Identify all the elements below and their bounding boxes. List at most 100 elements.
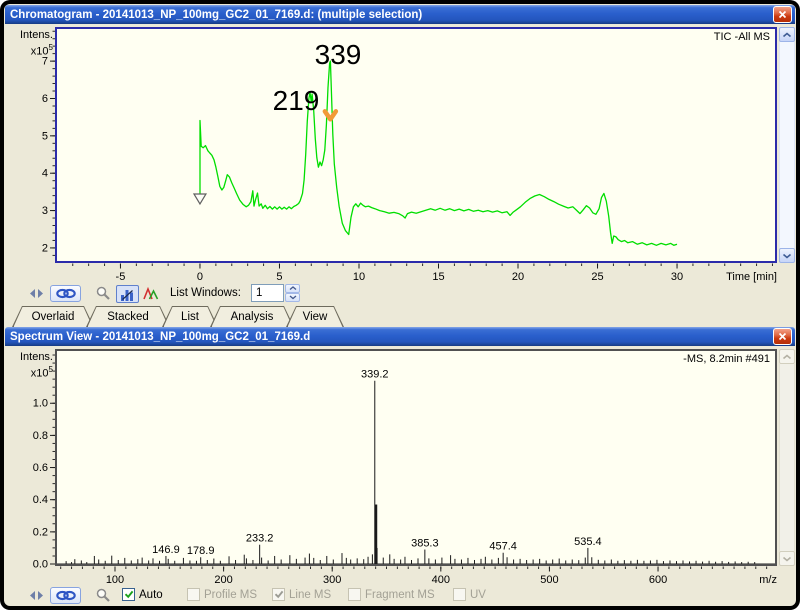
- spinner-up-button[interactable]: [285, 284, 300, 293]
- tab-face: Overlaid: [14, 307, 93, 327]
- tab-overlaid[interactable]: Overlaid: [12, 306, 94, 327]
- chromatogram-title: Chromatogram - 20141013_NP_100mg_GC2_01_…: [10, 8, 423, 21]
- tab-label: Overlaid: [31, 311, 75, 323]
- mass-peak-label: 535.4: [574, 536, 602, 548]
- checkbox-box[interactable]: [187, 588, 200, 601]
- chromatogram-scrollbar[interactable]: [779, 27, 795, 263]
- x-tick-label: -5: [116, 271, 126, 283]
- spectrum-plot-area[interactable]: 146.9 178.9 233.2 339.2 385.3 457.4 535.4 -MS,…: [55, 349, 777, 566]
- checkbox-uv[interactable]: UV: [453, 588, 486, 601]
- checkbox-box[interactable]: [453, 588, 466, 601]
- scroll-up-button[interactable]: [779, 349, 795, 364]
- list-windows-label: List Windows:: [170, 287, 241, 299]
- chevron-down-icon: [782, 253, 792, 259]
- scroll-up-button[interactable]: [779, 27, 795, 42]
- mass-peak-label: 385.3: [411, 538, 439, 550]
- checkbox-label[interactable]: Fragment MS: [365, 589, 435, 601]
- tab-face: Stacked: [88, 307, 169, 327]
- y-tick-label: 0.2: [33, 526, 48, 538]
- x-tick-label: 0: [197, 271, 203, 283]
- spinner-down-button[interactable]: [285, 293, 300, 302]
- scroll-down-button[interactable]: [779, 248, 795, 263]
- spectrum-titlebar[interactable]: Spectrum View - 20141013_NP_100mg_GC2_01…: [5, 327, 795, 346]
- checkbox-box[interactable]: [272, 588, 285, 601]
- checkbox-box[interactable]: [122, 588, 135, 601]
- chromatogram-y-axis: 2 3 4 5 6 7: [42, 30, 55, 256]
- x-tick-label: 10: [353, 271, 365, 283]
- checkbox-fragment-ms[interactable]: Fragment MS: [348, 588, 435, 601]
- y-tick-label: 3: [42, 205, 48, 217]
- checkbox-profile-ms[interactable]: Profile MS: [187, 588, 257, 601]
- tab-stacked[interactable]: Stacked: [86, 306, 170, 327]
- close-icon[interactable]: [773, 328, 792, 345]
- chromatogram-titlebar[interactable]: Chromatogram - 20141013_NP_100mg_GC2_01_…: [5, 5, 795, 24]
- x-tick-label: 25: [591, 271, 603, 283]
- y-tick-label: 4: [42, 168, 48, 180]
- scrollbar-track[interactable]: [779, 42, 795, 248]
- y-tick-label: 7: [42, 56, 48, 68]
- checkbox-label[interactable]: UV: [470, 589, 486, 601]
- compress-arrows-icon[interactable]: [30, 591, 43, 600]
- checkbox-auto[interactable]: Auto: [122, 588, 163, 601]
- x-tick-label: 30: [671, 271, 683, 283]
- tab-label: View: [302, 311, 328, 323]
- mass-spectrum-plot[interactable]: 146.9 178.9 233.2 339.2 385.3 457.4 535.4: [57, 351, 775, 564]
- peak-annotation: 219: [273, 85, 320, 116]
- x-tick-label: 500: [540, 574, 558, 586]
- link-icon: [55, 590, 76, 601]
- list-windows-spinner[interactable]: 1: [251, 284, 300, 302]
- x-tick-label: 200: [214, 574, 232, 586]
- y-tick-label: 0.0: [33, 559, 48, 571]
- compress-arrows-icon[interactable]: [30, 289, 43, 298]
- spectrum-toolbar: Auto Profile MS Line MS Fragment MS UV: [4, 586, 796, 606]
- y-tick-label: 5: [42, 130, 48, 142]
- spectrum-scan-label: -MS, 8.2min #491: [683, 353, 770, 365]
- link-button[interactable]: [50, 587, 81, 604]
- y-tick-label: 0.6: [33, 462, 48, 474]
- x-glyph: [778, 332, 787, 341]
- spectrum-y-axis: 0.0 0.2 0.4 0.6 0.8 1.0: [33, 354, 55, 571]
- list-windows-value[interactable]: 1: [251, 284, 284, 302]
- profile-chart-button[interactable]: [116, 285, 139, 303]
- link-button[interactable]: [50, 285, 81, 302]
- x-axis-title: m/z: [759, 574, 777, 586]
- tab-label: Stacked: [107, 311, 149, 323]
- mass-peak-label: 178.9: [187, 545, 215, 557]
- profile-chart-icon: [121, 289, 133, 301]
- checkbox-label[interactable]: Auto: [139, 589, 163, 601]
- chromatogram-trace-label: TIC -All MS: [713, 31, 770, 43]
- mass-peak-label: 233.2: [246, 533, 274, 545]
- y-tick-label: 0.8: [33, 430, 48, 442]
- check-icon: [274, 590, 283, 599]
- checkbox-label[interactable]: Line MS: [289, 589, 331, 601]
- chevron-down-icon: [289, 295, 296, 300]
- chromatogram-x-axis: -5 0 5 10 15 20 25 30 Time [min]: [72, 263, 777, 283]
- spectrum-scrollbar[interactable]: [779, 349, 795, 566]
- x-axis-title: Time [min]: [726, 271, 777, 283]
- checkbox-label[interactable]: Profile MS: [204, 589, 257, 601]
- checkbox-box[interactable]: [348, 588, 361, 601]
- chevron-up-icon: [782, 353, 792, 359]
- chromatogram-plot[interactable]: 219339: [57, 29, 775, 261]
- tab-label: List: [181, 311, 199, 323]
- check-icon: [124, 590, 133, 599]
- y-tick-label: 0.4: [33, 494, 48, 506]
- tab-view[interactable]: View: [286, 306, 344, 327]
- screenshot-frame: Chromatogram - 20141013_NP_100mg_GC2_01_…: [0, 0, 800, 610]
- checkbox-line-ms[interactable]: Line MS: [272, 588, 331, 601]
- chevron-up-icon: [289, 286, 296, 290]
- mass-peak-label: 339.2: [361, 369, 389, 381]
- x-tick-label: 5: [276, 271, 282, 283]
- peaks-icon[interactable]: [143, 287, 159, 300]
- mass-peak-label: 146.9: [152, 544, 180, 556]
- chromatogram-plot-area[interactable]: 219 339 TIC -All MS: [55, 27, 777, 263]
- mass-peak-label: 457.4: [489, 541, 517, 553]
- scrollbar-track[interactable]: [779, 364, 795, 551]
- chevron-down-icon: [782, 556, 792, 562]
- y-tick-label: 6: [42, 93, 48, 105]
- zoom-icon[interactable]: [96, 286, 111, 301]
- zoom-icon[interactable]: [96, 588, 111, 603]
- tab-analysis[interactable]: Analysis: [210, 306, 294, 327]
- scroll-down-button[interactable]: [779, 551, 795, 566]
- close-icon[interactable]: [773, 6, 792, 23]
